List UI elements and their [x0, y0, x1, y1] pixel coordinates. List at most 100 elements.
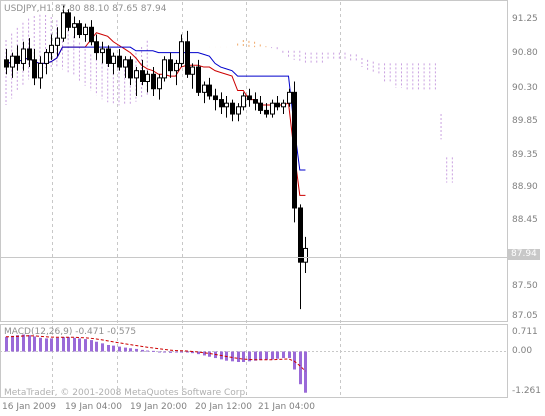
- macd-histogram-bar: [101, 343, 104, 352]
- candle-body: [190, 66, 195, 75]
- time-axis-label: 19 Jan 20:00: [130, 402, 187, 412]
- candle-body: [179, 41, 184, 64]
- candle-body: [162, 59, 167, 79]
- candle-body: [32, 59, 37, 79]
- macd-histogram-bar: [45, 338, 48, 352]
- candle-body: [111, 55, 116, 64]
- price-axis-label: 89.85: [512, 116, 538, 126]
- time-axis-label: 21 Jan 04:00: [258, 402, 315, 412]
- current-price-label: 87.94: [508, 249, 540, 260]
- macd-histogram-bar: [107, 344, 110, 352]
- candle-body: [89, 26, 94, 43]
- macd-histogram-bar: [95, 341, 98, 352]
- macd-histogram-bar: [67, 337, 70, 352]
- macd-histogram-bar: [231, 351, 234, 362]
- candle-body: [61, 12, 66, 39]
- candle-body: [72, 23, 77, 28]
- candle-body: [253, 99, 258, 104]
- candle-body: [15, 55, 20, 64]
- candle-body: [303, 247, 308, 263]
- macd-histogram-bar: [180, 351, 183, 353]
- price-axis-label: 90.80: [512, 48, 538, 58]
- macd-histogram-bar: [90, 340, 93, 352]
- candle-body: [174, 62, 179, 72]
- candle-body: [83, 26, 88, 36]
- candle-body: [21, 48, 26, 64]
- macd-histogram-bar: [28, 335, 31, 352]
- candle-body: [185, 41, 190, 75]
- chart-canvas[interactable]: [0, 0, 545, 413]
- candle-body: [298, 207, 303, 263]
- oscillator-title: MACD(12,26,9) -0.471 -0.575: [4, 327, 137, 337]
- candle-body: [106, 48, 111, 64]
- macd-histogram-bar: [112, 345, 115, 352]
- candle-body: [224, 102, 229, 108]
- candle-body: [100, 48, 105, 54]
- price-axis-label: 90.30: [512, 83, 538, 93]
- candle-body: [281, 102, 286, 108]
- candle-body: [77, 23, 82, 36]
- candle-body: [94, 41, 99, 54]
- candle-body: [292, 91, 297, 209]
- candle-body: [207, 84, 212, 97]
- macd-histogram-bar: [276, 351, 279, 359]
- candle-body: [49, 44, 54, 54]
- macd-histogram-bar: [78, 338, 81, 352]
- candle-body: [247, 95, 252, 101]
- candle-body: [66, 12, 71, 28]
- macd-histogram-bar: [265, 351, 268, 360]
- macd-histogram-bar: [84, 339, 87, 352]
- time-axis-label: 20 Jan 12:00: [195, 402, 252, 412]
- macd-histogram-bar: [135, 348, 138, 352]
- candle-body: [213, 95, 218, 101]
- candle-body: [219, 99, 224, 108]
- candle-body: [38, 62, 43, 79]
- macd-histogram-bar: [186, 351, 189, 353]
- macd-histogram-bar: [259, 351, 262, 361]
- macd-histogram-bar: [237, 351, 240, 362]
- macd-histogram-bar: [146, 350, 149, 352]
- candle-body: [140, 70, 145, 82]
- price-axis-label: 87.50: [512, 281, 538, 291]
- candle-body: [168, 59, 173, 72]
- macd-histogram-bar: [203, 351, 206, 356]
- macd-axis-label: 0.711: [512, 327, 538, 337]
- time-axis-label: 19 Jan 04:00: [65, 402, 122, 412]
- macd-histogram-bar: [39, 337, 42, 352]
- chart-title: USDJPY,H1 87.80 88.10 87.65 87.94: [4, 4, 167, 14]
- macd-histogram: [0, 334, 507, 393]
- candle-body: [117, 55, 122, 68]
- macd-histogram-bar: [124, 347, 127, 352]
- main-pane-frame: [0, 0, 508, 322]
- candle-body: [44, 52, 49, 64]
- price-axis-label: 89.35: [512, 150, 538, 160]
- candle-body: [134, 70, 139, 79]
- candle-body: [157, 77, 162, 90]
- macd-histogram-bar: [304, 351, 307, 393]
- candle-body: [287, 91, 292, 104]
- candle-body: [275, 102, 280, 108]
- candle-body: [123, 59, 128, 68]
- copyright-watermark: MetaTrader, © 2001-2008 MetaQuotes Softw…: [4, 388, 249, 398]
- macd-histogram-bar: [293, 351, 296, 370]
- macd-histogram-bar: [152, 350, 155, 352]
- macd-histogram-bar: [5, 336, 8, 352]
- macd-histogram-bar: [22, 334, 25, 352]
- candle-body: [196, 66, 201, 93]
- macd-histogram-bar: [282, 351, 285, 359]
- candle-body: [241, 95, 246, 108]
- price-axis-label: 91.25: [512, 14, 538, 24]
- macd-histogram-bar: [141, 349, 144, 352]
- macd-histogram-bar: [158, 351, 161, 353]
- candle-body: [55, 37, 60, 46]
- chart-window[interactable]: USDJPY,H1 87.80 88.10 87.65 87.94 MACD(1…: [0, 0, 545, 413]
- candle-body: [27, 48, 32, 61]
- price-axis-label: 87.05: [512, 311, 538, 321]
- price-axis-label: 88.90: [512, 182, 538, 192]
- macd-histogram-bar: [163, 351, 166, 353]
- candle-body: [151, 73, 156, 90]
- candle-body: [202, 84, 207, 93]
- macd-histogram-bar: [50, 338, 53, 352]
- macd-histogram-bar: [73, 337, 76, 352]
- macd-histogram-bar: [169, 351, 172, 353]
